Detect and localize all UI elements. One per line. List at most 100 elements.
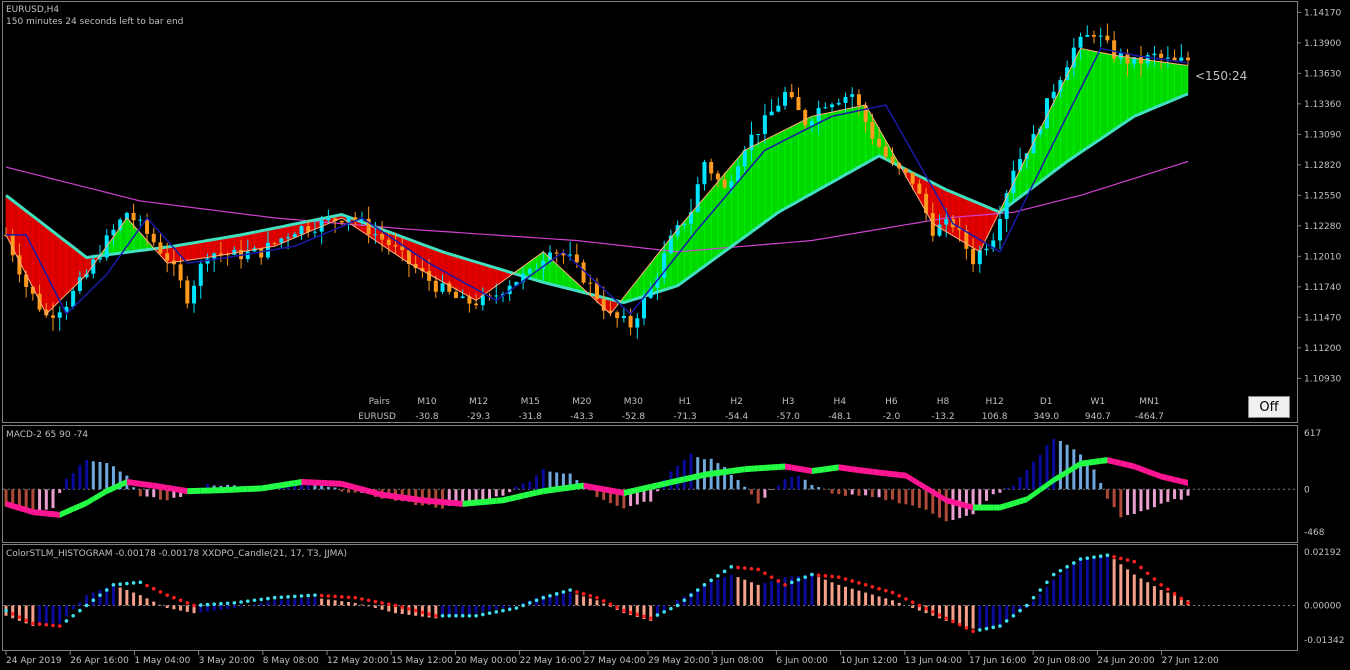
stlm-dot (716, 574, 720, 578)
macd-bar (743, 486, 747, 490)
table-timeframe: W1 (1090, 397, 1105, 407)
macd-tick-label: 0 (1304, 485, 1310, 495)
price-tick-label: 1.11200 (1304, 344, 1341, 354)
ribbon-band (455, 255, 463, 294)
ribbon-band (1167, 62, 1175, 103)
stlm-dot (393, 603, 398, 608)
table-timeframe: M20 (572, 397, 591, 407)
stlm-dot (843, 577, 848, 581)
candle-body (299, 226, 304, 235)
stlm-dot (514, 606, 519, 610)
macd-signal-segment (885, 470, 893, 478)
candle-body (722, 179, 727, 188)
macd-panel-frame (2, 425, 1298, 543)
stlm-dot (4, 608, 8, 613)
stlm-dot (225, 601, 230, 606)
macd-signal-segment (281, 481, 289, 489)
stlm-dot (380, 601, 384, 605)
ribbon-band (52, 231, 60, 308)
macd-signal-segment (1013, 498, 1021, 507)
macd-signal-segment (1020, 496, 1027, 505)
stlm-bar (723, 577, 727, 606)
macd-bar (998, 489, 1002, 493)
time-tick-label: 22 May 16:00 (520, 656, 582, 666)
macd-signal-segment (785, 463, 792, 471)
stlm-dot (1172, 592, 1177, 596)
stlm-dot (830, 574, 834, 579)
stlm-dot (165, 593, 169, 597)
candle-body (709, 161, 714, 174)
macd-bar (944, 489, 948, 522)
macd-bar (770, 489, 774, 490)
candle-body (762, 115, 767, 134)
macd-bar (1186, 489, 1190, 496)
stlm-dot (205, 602, 210, 607)
macd-signal-segment (704, 470, 712, 478)
stlm-bar (273, 600, 277, 606)
stlm-bar (266, 601, 270, 606)
stlm-dot (1078, 557, 1083, 561)
table-timeframe: MN1 (1139, 397, 1159, 407)
macd-bar (1065, 444, 1069, 490)
ribbon-band (442, 251, 450, 286)
stlm-dot (776, 579, 781, 583)
macd-signal-segment (482, 498, 490, 506)
candle-body (756, 133, 761, 135)
macd-signal-segment (818, 466, 826, 474)
candle-body (339, 220, 344, 223)
bar-timer-text: 150 minutes 24 seconds left to bar end (6, 17, 183, 27)
candle-body (427, 271, 432, 281)
stlm-dot (172, 595, 176, 600)
macd-signal-segment (912, 476, 920, 487)
macd-bar (776, 485, 780, 490)
candle-body (729, 181, 734, 188)
stlm-dot (454, 613, 458, 618)
stlm-dot (951, 619, 955, 624)
table-timeframe: M10 (417, 397, 436, 407)
stlm-dot (1031, 595, 1036, 600)
macd-signal-segment (529, 489, 537, 498)
stlm-dot (588, 593, 593, 598)
stlm-dot (387, 602, 391, 606)
stlm-dot (978, 628, 982, 632)
time-tick-label: 8 May 08:00 (263, 656, 319, 666)
candle-body (1179, 57, 1184, 61)
stlm-dot (877, 586, 881, 591)
stlm-bar (1173, 595, 1177, 606)
macd-bar (1005, 487, 1009, 490)
stlm-dot (44, 622, 49, 627)
candle-body (57, 312, 62, 318)
stlm-dot (420, 610, 425, 615)
candle-body (1091, 34, 1096, 37)
table-value: -29.3 (467, 412, 490, 422)
macd-bar (843, 489, 847, 496)
chart-canvas: 1.14170 1.13900 1.13630 1.13360 1.13090 1.128… (2, 1, 1344, 666)
macd-bar (736, 479, 740, 490)
price-tick-label: 1.13900 (1304, 39, 1341, 49)
stlm-dot (346, 595, 351, 600)
off-button[interactable]: Off (1248, 396, 1290, 418)
macd-signal-segment (496, 497, 503, 504)
macd-bar (756, 489, 760, 504)
macd-signal-segment (1161, 473, 1168, 482)
candle-body (306, 226, 311, 232)
price-tick-label: 1.12820 (1304, 161, 1341, 171)
stlm-panel-frame (2, 544, 1298, 651)
macd-signal-segment (361, 486, 369, 495)
macd-signal-segment (395, 493, 403, 501)
ribbon-band (825, 111, 833, 187)
ribbon-band (818, 113, 826, 191)
macd-bar (1079, 454, 1083, 490)
macd-signal-segment (1134, 463, 1141, 472)
stlm-bar (320, 598, 324, 606)
macd-bar (850, 489, 854, 495)
table-value: -464.7 (1135, 412, 1164, 422)
stlm-bar (494, 605, 498, 610)
candle-body (138, 219, 143, 221)
stlm-dot (353, 595, 358, 600)
stlm-bar (837, 584, 841, 606)
stlm-dot (212, 602, 216, 606)
stlm-dot (64, 619, 69, 623)
stlm-bar (125, 589, 129, 606)
time-tick-label: 27 May 04:00 (584, 656, 646, 666)
